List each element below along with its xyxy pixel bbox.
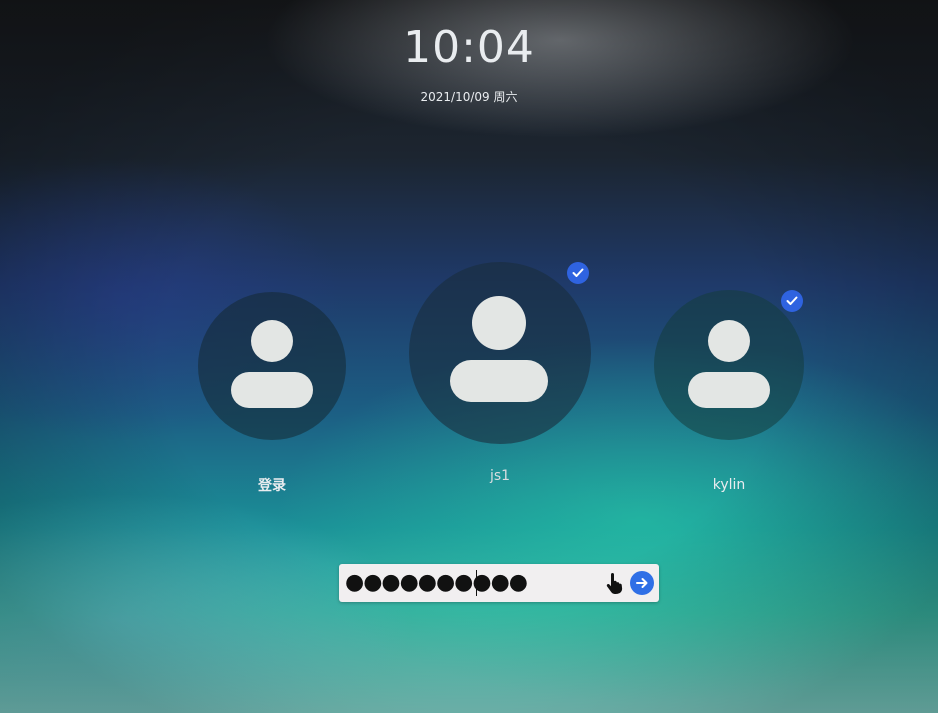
user-name-kylin[interactable]: kylin — [654, 477, 804, 493]
arrow-right-icon — [636, 578, 648, 588]
password-field[interactable]: ●●●●●●●●●● — [339, 564, 659, 602]
avatar-body-icon — [450, 360, 548, 402]
clock-date: 2021/10/09 周六 — [420, 90, 518, 104]
login-screen: 10:04 2021/10/09 周六 登录 js1 kylin ●●●●●●●… — [0, 0, 938, 713]
user-avatar-js1[interactable] — [409, 262, 591, 444]
avatar-head-icon — [251, 320, 293, 362]
user-name-login[interactable]: 登录 — [198, 475, 346, 495]
avatar-body-icon — [688, 372, 770, 408]
logged-in-check-icon — [567, 262, 589, 284]
password-masked-value[interactable]: ●●●●●●●●●● — [345, 567, 528, 599]
text-caret — [476, 570, 477, 596]
hand-pointer-icon — [606, 573, 623, 594]
user-name-js1[interactable]: js1 — [409, 468, 591, 484]
logged-in-check-icon — [781, 290, 803, 312]
user-avatar-kylin[interactable] — [654, 290, 804, 440]
clock-time: 10:04 — [403, 22, 535, 73]
avatar-head-icon — [472, 296, 526, 350]
avatar-head-icon — [708, 320, 750, 362]
login-submit-button[interactable] — [630, 571, 654, 595]
avatar-body-icon — [231, 372, 313, 408]
user-avatar-login[interactable] — [198, 292, 346, 440]
